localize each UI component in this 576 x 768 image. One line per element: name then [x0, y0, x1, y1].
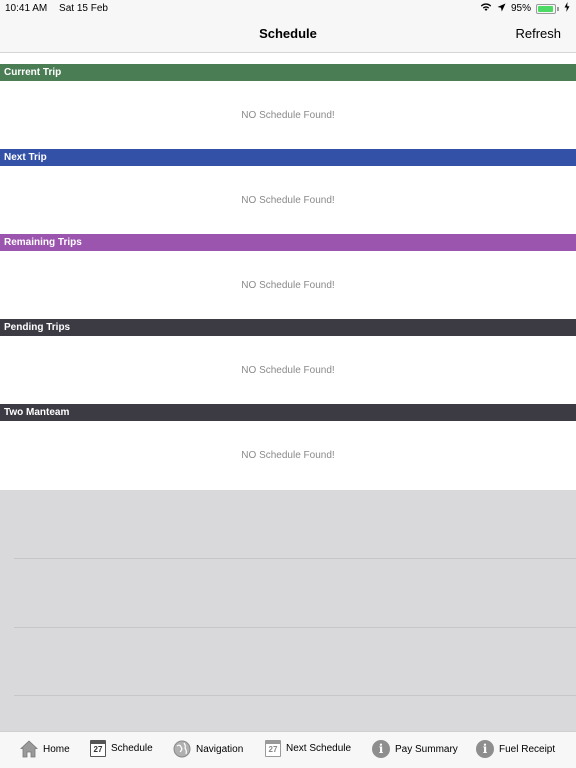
section-two-manteam: Two Manteam NO Schedule Found!	[0, 404, 576, 489]
section-empty-message: NO Schedule Found!	[0, 336, 576, 404]
tab-pay-summary[interactable]: i Pay Summary	[372, 740, 458, 758]
status-bar: 10:41 AM Sat 15 Feb 95%	[0, 0, 576, 17]
tab-label: Home	[43, 743, 70, 755]
status-date: Sat 15 Feb	[59, 3, 108, 14]
battery-tip	[557, 6, 559, 11]
tab-label: Pay Summary	[395, 743, 458, 755]
table-separator	[14, 695, 576, 696]
wifi-icon	[480, 2, 492, 15]
section-pending-trips: Pending Trips NO Schedule Found!	[0, 319, 576, 404]
calendar-icon: 27	[265, 740, 281, 757]
tab-label: Navigation	[196, 743, 244, 755]
battery-percent: 95%	[510, 3, 531, 14]
table-separator	[14, 558, 576, 559]
battery-icon	[536, 3, 556, 14]
tab-bar: Home 27 Schedule Navigation 27 Next Sche…	[0, 731, 576, 768]
section-remaining-trips: Remaining Trips NO Schedule Found!	[0, 234, 576, 319]
section-empty-message: NO Schedule Found!	[0, 421, 576, 489]
tab-home[interactable]: Home	[19, 740, 70, 758]
charging-bolt-icon	[564, 2, 570, 15]
tab-label: Fuel Receipt	[499, 743, 556, 755]
section-empty-message: NO Schedule Found!	[0, 166, 576, 234]
empty-table-area	[0, 490, 576, 731]
section-header: Current Trip	[0, 64, 576, 81]
section-header: Two Manteam	[0, 404, 576, 421]
section-header: Pending Trips	[0, 319, 576, 336]
location-arrow-icon	[497, 3, 506, 15]
refresh-button[interactable]: Refresh	[515, 26, 561, 41]
tab-fuel-receipt[interactable]: i Fuel Receipt	[476, 740, 555, 758]
info-icon: i	[372, 740, 390, 758]
section-current-trip: Current Trip NO Schedule Found!	[0, 64, 576, 149]
page-title: Schedule	[259, 26, 317, 41]
section-header: Next Trip	[0, 149, 576, 166]
home-icon	[19, 740, 39, 758]
section-empty-message: NO Schedule Found!	[0, 251, 576, 319]
tab-label: Schedule	[111, 743, 153, 754]
section-empty-message: NO Schedule Found!	[0, 81, 576, 149]
tab-next-schedule[interactable]: 27 Next Schedule	[265, 740, 351, 757]
tab-navigation[interactable]: Navigation	[173, 740, 243, 758]
schedule-sections: Current Trip NO Schedule Found! Next Tri…	[0, 64, 576, 489]
table-separator	[14, 627, 576, 628]
nav-bar: Schedule Refresh	[0, 17, 576, 53]
tab-label: Next Schedule	[286, 743, 352, 754]
section-next-trip: Next Trip NO Schedule Found!	[0, 149, 576, 234]
tab-schedule[interactable]: 27 Schedule	[90, 740, 153, 757]
section-header: Remaining Trips	[0, 234, 576, 251]
status-time: 10:41 AM	[5, 3, 48, 14]
calendar-icon: 27	[90, 740, 106, 757]
globe-icon	[173, 740, 191, 758]
info-icon: i	[476, 740, 494, 758]
